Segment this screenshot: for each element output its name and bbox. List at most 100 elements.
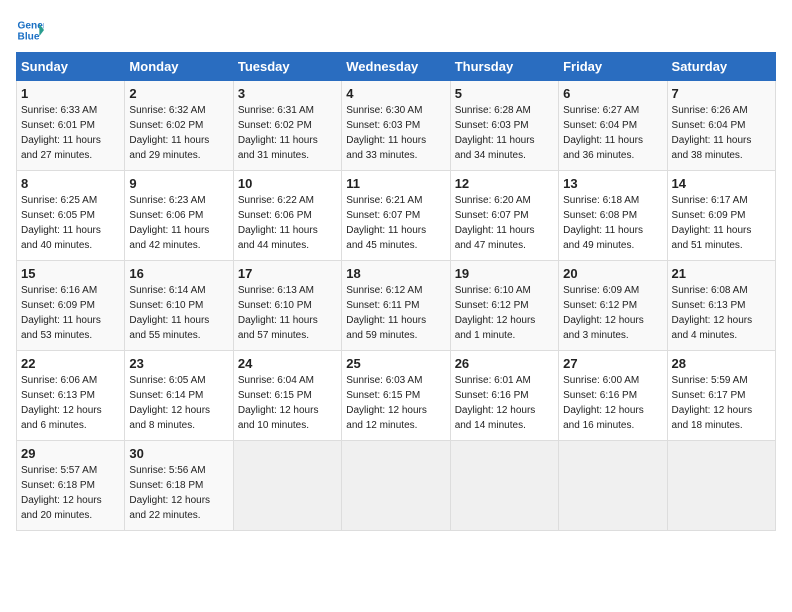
week-row-5: 29Sunrise: 5:57 AM Sunset: 6:18 PM Dayli… [17, 441, 776, 531]
day-number: 8 [21, 176, 120, 191]
day-info: Sunrise: 6:03 AM Sunset: 6:15 PM Dayligh… [346, 373, 445, 433]
day-info: Sunrise: 6:04 AM Sunset: 6:15 PM Dayligh… [238, 373, 337, 433]
calendar-cell: 16 Sunrise: 6:14 AM Sunset: 6:10 PM Dayli… [125, 261, 233, 351]
calendar-cell: 27 Sunrise: 6:00 AM Sunset: 6:16 PM Dayli… [559, 351, 667, 441]
calendar-cell: 17 Sunrise: 6:13 AM Sunset: 6:10 PM Dayli… [233, 261, 341, 351]
day-info: Sunrise: 6:25 AM Sunset: 6:05 PM Dayligh… [21, 193, 120, 253]
day-info: Sunrise: 6:20 AM Sunset: 6:07 PM Dayligh… [455, 193, 554, 253]
day-info: Sunrise: 6:05 AM Sunset: 6:14 PM Dayligh… [129, 373, 228, 433]
day-number: 12 [455, 176, 554, 191]
day-info: Sunrise: 6:33 AM Sunset: 6:01 PM Dayligh… [21, 103, 120, 163]
day-info: Sunrise: 6:28 AM Sunset: 6:03 PM Dayligh… [455, 103, 554, 163]
day-number: 25 [346, 356, 445, 371]
day-number: 22 [21, 356, 120, 371]
day-of-week-thursday: Thursday [450, 53, 558, 81]
day-of-week-saturday: Saturday [667, 53, 775, 81]
day-number: 26 [455, 356, 554, 371]
day-of-week-wednesday: Wednesday [342, 53, 450, 81]
day-info: Sunrise: 6:27 AM Sunset: 6:04 PM Dayligh… [563, 103, 662, 163]
calendar-cell: 14 Sunrise: 6:17 AM Sunset: 6:09 PM Dayli… [667, 171, 775, 261]
day-info: Sunrise: 5:59 AM Sunset: 6:17 PM Dayligh… [672, 373, 771, 433]
day-number: 4 [346, 86, 445, 101]
calendar-cell: 25 Sunrise: 6:03 AM Sunset: 6:15 PM Dayli… [342, 351, 450, 441]
day-info: Sunrise: 6:17 AM Sunset: 6:09 PM Dayligh… [672, 193, 771, 253]
calendar-cell: 22 Sunrise: 6:06 AM Sunset: 6:13 PM Dayli… [17, 351, 125, 441]
logo: General Blue [16, 16, 48, 44]
logo-icon: General Blue [16, 16, 44, 44]
day-info: Sunrise: 6:22 AM Sunset: 6:06 PM Dayligh… [238, 193, 337, 253]
day-number: 21 [672, 266, 771, 281]
day-number: 6 [563, 86, 662, 101]
day-number: 13 [563, 176, 662, 191]
day-info: Sunrise: 5:56 AM Sunset: 6:18 PM Dayligh… [129, 463, 228, 523]
day-info: Sunrise: 6:09 AM Sunset: 6:12 PM Dayligh… [563, 283, 662, 343]
day-info: Sunrise: 6:32 AM Sunset: 6:02 PM Dayligh… [129, 103, 228, 163]
calendar-cell: 28 Sunrise: 5:59 AM Sunset: 6:17 PM Dayli… [667, 351, 775, 441]
calendar-cell: 3 Sunrise: 6:31 AM Sunset: 6:02 PM Daylig… [233, 81, 341, 171]
day-info: Sunrise: 6:00 AM Sunset: 6:16 PM Dayligh… [563, 373, 662, 433]
week-row-3: 15 Sunrise: 6:16 AM Sunset: 6:09 PM Dayli… [17, 261, 776, 351]
day-info: Sunrise: 6:10 AM Sunset: 6:12 PM Dayligh… [455, 283, 554, 343]
calendar-cell: 10Sunrise: 6:22 AM Sunset: 6:06 PM Dayli… [233, 171, 341, 261]
day-number: 30 [129, 446, 228, 461]
day-info: Sunrise: 6:12 AM Sunset: 6:11 PM Dayligh… [346, 283, 445, 343]
day-number: 9 [129, 176, 228, 191]
week-row-4: 22 Sunrise: 6:06 AM Sunset: 6:13 PM Dayli… [17, 351, 776, 441]
day-info: Sunrise: 6:06 AM Sunset: 6:13 PM Dayligh… [21, 373, 120, 433]
calendar-cell [667, 441, 775, 531]
calendar-cell: 12 Sunrise: 6:20 AM Sunset: 6:07 PM Dayli… [450, 171, 558, 261]
calendar-cell: 13 Sunrise: 6:18 AM Sunset: 6:08 PM Dayli… [559, 171, 667, 261]
calendar-cell [233, 441, 341, 531]
day-number: 24 [238, 356, 337, 371]
day-info: Sunrise: 6:31 AM Sunset: 6:02 PM Dayligh… [238, 103, 337, 163]
day-of-week-friday: Friday [559, 53, 667, 81]
week-row-2: 8 Sunrise: 6:25 AM Sunset: 6:05 PM Daylig… [17, 171, 776, 261]
day-number: 11 [346, 176, 445, 191]
day-info: Sunrise: 6:01 AM Sunset: 6:16 PM Dayligh… [455, 373, 554, 433]
day-info: Sunrise: 6:30 AM Sunset: 6:03 PM Dayligh… [346, 103, 445, 163]
calendar-cell: 20 Sunrise: 6:09 AM Sunset: 6:12 PM Dayli… [559, 261, 667, 351]
calendar-cell: 4 Sunrise: 6:30 AM Sunset: 6:03 PM Daylig… [342, 81, 450, 171]
page-header: General Blue [16, 16, 776, 44]
calendar-cell: 5Sunrise: 6:28 AM Sunset: 6:03 PM Daylig… [450, 81, 558, 171]
calendar-cell: 23 Sunrise: 6:05 AM Sunset: 6:14 PM Dayli… [125, 351, 233, 441]
day-info: Sunrise: 6:21 AM Sunset: 6:07 PM Dayligh… [346, 193, 445, 253]
calendar-cell [559, 441, 667, 531]
day-number: 16 [129, 266, 228, 281]
day-number: 23 [129, 356, 228, 371]
calendar-cell: 7Sunrise: 6:26 AM Sunset: 6:04 PM Daylig… [667, 81, 775, 171]
day-info: Sunrise: 6:18 AM Sunset: 6:08 PM Dayligh… [563, 193, 662, 253]
day-info: Sunrise: 6:26 AM Sunset: 6:04 PM Dayligh… [672, 103, 771, 163]
day-number: 20 [563, 266, 662, 281]
calendar-cell: 30 Sunrise: 5:56 AM Sunset: 6:18 PM Dayli… [125, 441, 233, 531]
day-info: Sunrise: 6:08 AM Sunset: 6:13 PM Dayligh… [672, 283, 771, 343]
calendar-cell: 29Sunrise: 5:57 AM Sunset: 6:18 PM Dayli… [17, 441, 125, 531]
calendar-cell: 2Sunrise: 6:32 AM Sunset: 6:02 PM Daylig… [125, 81, 233, 171]
week-row-1: 1 Sunrise: 6:33 AM Sunset: 6:01 PM Daylig… [17, 81, 776, 171]
day-number: 15 [21, 266, 120, 281]
day-number: 27 [563, 356, 662, 371]
svg-text:Blue: Blue [18, 31, 40, 42]
calendar-cell: 6 Sunrise: 6:27 AM Sunset: 6:04 PM Daylig… [559, 81, 667, 171]
day-info: Sunrise: 6:16 AM Sunset: 6:09 PM Dayligh… [21, 283, 120, 343]
day-number: 19 [455, 266, 554, 281]
calendar-cell: 24 Sunrise: 6:04 AM Sunset: 6:15 PM Dayli… [233, 351, 341, 441]
day-number: 3 [238, 86, 337, 101]
day-number: 18 [346, 266, 445, 281]
day-of-week-tuesday: Tuesday [233, 53, 341, 81]
day-info: Sunrise: 6:23 AM Sunset: 6:06 PM Dayligh… [129, 193, 228, 253]
day-number: 1 [21, 86, 120, 101]
calendar-cell: 11 Sunrise: 6:21 AM Sunset: 6:07 PM Dayli… [342, 171, 450, 261]
day-info: Sunrise: 6:13 AM Sunset: 6:10 PM Dayligh… [238, 283, 337, 343]
calendar-cell [450, 441, 558, 531]
calendar-cell: 1 Sunrise: 6:33 AM Sunset: 6:01 PM Daylig… [17, 81, 125, 171]
day-of-week-sunday: Sunday [17, 53, 125, 81]
day-number: 17 [238, 266, 337, 281]
calendar-cell: 15 Sunrise: 6:16 AM Sunset: 6:09 PM Dayli… [17, 261, 125, 351]
day-number: 14 [672, 176, 771, 191]
day-info: Sunrise: 6:14 AM Sunset: 6:10 PM Dayligh… [129, 283, 228, 343]
day-number: 28 [672, 356, 771, 371]
day-number: 29 [21, 446, 120, 461]
calendar-cell: 19 Sunrise: 6:10 AM Sunset: 6:12 PM Dayli… [450, 261, 558, 351]
calendar-cell: 26 Sunrise: 6:01 AM Sunset: 6:16 PM Dayli… [450, 351, 558, 441]
